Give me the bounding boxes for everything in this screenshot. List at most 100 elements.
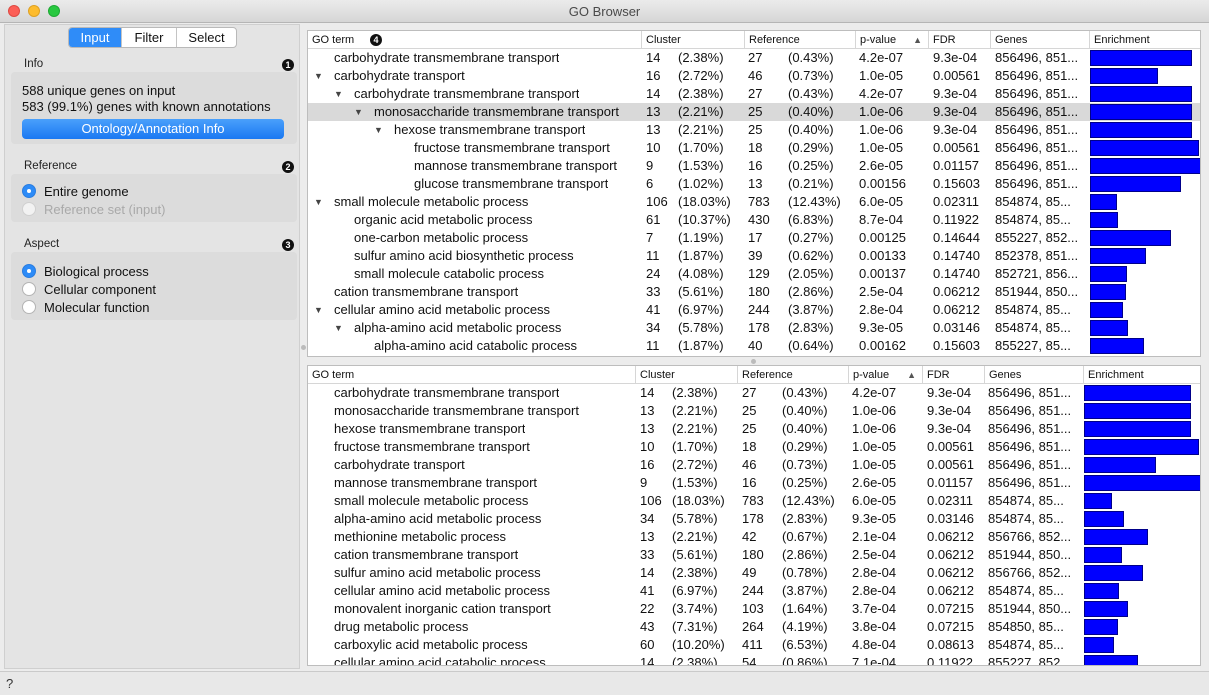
expand-toggle-icon[interactable]: ▼ [334, 85, 343, 103]
expand-toggle-icon[interactable]: ▼ [374, 121, 383, 139]
tree-row[interactable]: ▼ monosaccharide transmembrane transport 1… [308, 103, 1200, 121]
tree-row[interactable]: small molecule catabolic process 24 (4.08%… [308, 265, 1200, 283]
table-row[interactable]: small molecule metabolic process 106 (18.0… [308, 492, 1200, 510]
tree-row[interactable]: ▼ cellular amino acid metabolic process 41… [308, 301, 1200, 319]
tree-row[interactable]: carbohydrate transmembrane transport 14 (2… [308, 49, 1200, 67]
reference-percent: (0.40%) [788, 104, 834, 119]
tree-row[interactable]: ▼ carbohydrate transport 16 (2.72%) 46 (0.73%… [308, 67, 1200, 85]
tab-filter[interactable]: Filter [121, 28, 176, 47]
header-go-term[interactable]: GO term [308, 366, 635, 384]
reference-percent: (0.73%) [782, 457, 828, 472]
header-genes[interactable]: Genes [990, 31, 1089, 49]
enrichment-bar [1090, 320, 1128, 336]
panel-splitter-handle[interactable] [301, 345, 306, 350]
header-cluster[interactable]: Cluster [635, 366, 737, 384]
cluster-count: 41 [640, 583, 655, 598]
cluster-count: 41 [646, 302, 661, 317]
expand-toggle-icon[interactable]: ▼ [314, 67, 323, 85]
tree-row[interactable]: ▼ hexose transmembrane transport 13 (2.21%)… [308, 121, 1200, 139]
tree-row[interactable]: mannose transmembrane transport 9 (1.53%) 1… [308, 157, 1200, 175]
table-row[interactable]: drug metabolic process 43 (7.31%) 264 (4.19%… [308, 618, 1200, 636]
tab-input[interactable]: Input [69, 28, 121, 47]
go-term-cell: sulfur amino acid biosynthetic process [354, 248, 574, 263]
radio-entire-genome[interactable]: Entire genome [22, 182, 129, 200]
cluster-percent: (2.38%) [672, 565, 718, 580]
table-row[interactable]: carboxylic acid metabolic process 60 (10.2… [308, 636, 1200, 654]
maximize-window-button[interactable] [48, 5, 60, 17]
radio-selected-icon[interactable] [22, 264, 36, 278]
genes-cell: 856496, 851... [988, 403, 1072, 418]
expand-toggle-icon[interactable]: ▼ [334, 319, 343, 337]
help-icon[interactable]: ? [6, 676, 13, 691]
header-p-value[interactable]: p-value ▲ [848, 366, 922, 384]
go-term-cell: small molecule catabolic process [354, 266, 545, 281]
table-row[interactable]: monovalent inorganic cation transport 22 (… [308, 600, 1200, 618]
tree-row[interactable]: glucose transmembrane transport 6 (1.02%) 1… [308, 175, 1200, 193]
table-splitter-handle[interactable] [751, 359, 756, 364]
tree-row[interactable]: sulfur amino acid biosynthetic process 11… [308, 247, 1200, 265]
enrichment-bar [1090, 176, 1181, 192]
table-row[interactable]: fructose transmembrane transport 10 (1.70%… [308, 438, 1200, 456]
reference-percent: (12.43%) [782, 493, 835, 508]
tab-select[interactable]: Select [176, 28, 236, 47]
header-fdr[interactable]: FDR [928, 31, 990, 49]
table-row[interactable]: alpha-amino acid metabolic process 34 (5.7… [308, 510, 1200, 528]
tree-row[interactable]: one-carbon metabolic process 7 (1.19%) 17 (0… [308, 229, 1200, 247]
radio-molecular-function[interactable]: Molecular function [22, 298, 150, 316]
expand-toggle-icon[interactable]: ▼ [314, 193, 323, 211]
tree-row[interactable]: ▼ alpha-amino acid metabolic process 34 (5.… [308, 319, 1200, 337]
header-genes[interactable]: Genes [984, 366, 1083, 384]
header-label: p-value [860, 34, 897, 46]
table-row[interactable]: methionine metabolic process 13 (2.21%) 42 (… [308, 528, 1200, 546]
header-cluster[interactable]: Cluster [641, 31, 744, 49]
table-row[interactable]: cation transmembrane transport 33 (5.61%) 1… [308, 546, 1200, 564]
radio-disabled-icon[interactable] [22, 202, 36, 216]
expand-toggle-icon[interactable]: ▼ [314, 301, 323, 319]
header-reference[interactable]: Reference [737, 366, 848, 384]
header-p-value[interactable]: p-value ▲ [855, 31, 928, 49]
go-term-cell: carbohydrate transmembrane transport [354, 86, 580, 101]
enrichment-bar [1084, 403, 1191, 419]
header-reference[interactable]: Reference [744, 31, 855, 49]
radio-unselected-icon[interactable] [22, 300, 36, 314]
fdr-cell: 0.06212 [933, 284, 980, 299]
radio-label: Entire genome [44, 183, 129, 199]
table-row[interactable]: cellular amino acid catabolic process 14 (… [308, 654, 1200, 665]
table-row[interactable]: hexose transmembrane transport 13 (2.21%) 2… [308, 420, 1200, 438]
p-value-cell: 4.2e-07 [859, 50, 904, 65]
ontology-annotation-info-button[interactable]: Ontology/Annotation Info [22, 119, 284, 139]
tree-row[interactable]: ▼ carbohydrate transmembrane transport 14 (… [308, 85, 1200, 103]
radio-selected-icon[interactable] [22, 184, 36, 198]
tree-row[interactable]: organic acid metabolic process 61 (10.37%)… [308, 211, 1200, 229]
radio-unselected-icon[interactable] [22, 282, 36, 296]
table-row[interactable]: carbohydrate transport 16 (2.72%) 46 (0.73%)… [308, 456, 1200, 474]
expand-toggle-icon[interactable]: ▼ [354, 103, 363, 121]
radio-cellular-component[interactable]: Cellular component [22, 280, 156, 298]
p-value-cell: 1.0e-05 [859, 68, 904, 83]
cluster-count: 33 [640, 547, 655, 562]
tree-row[interactable]: fructose transmembrane transport 10 (1.70%… [308, 139, 1200, 157]
table-row[interactable]: sulfur amino acid metabolic process 14 (2.… [308, 564, 1200, 582]
table-row[interactable]: mannose transmembrane transport 9 (1.53%) 1… [308, 474, 1200, 492]
cluster-percent: (1.19%) [678, 230, 724, 245]
reference-percent: (0.27%) [788, 230, 834, 245]
table-row[interactable]: monosaccharide transmembrane transport 13… [308, 402, 1200, 420]
enrichment-bar [1084, 475, 1200, 491]
radio-biological-process[interactable]: Biological process [22, 262, 149, 280]
table-row[interactable]: cellular amino acid metabolic process 41 (… [308, 582, 1200, 600]
header-go-term[interactable]: GO term 4 [308, 31, 641, 49]
tree-row[interactable]: cation transmembrane transport 33 (5.61%) 1… [308, 283, 1200, 301]
header-enrichment[interactable]: Enrichment [1089, 31, 1200, 49]
table-row[interactable]: carbohydrate transmembrane transport 14 (2… [308, 384, 1200, 402]
tree-row[interactable]: alpha-amino acid catabolic process 11 (1.8… [308, 337, 1200, 355]
reference-count: 180 [742, 547, 764, 562]
close-window-button[interactable] [8, 5, 20, 17]
minimize-window-button[interactable] [28, 5, 40, 17]
tree-row[interactable]: ▼ small molecule metabolic process 106 (18.… [308, 193, 1200, 211]
cluster-percent: (2.38%) [672, 385, 718, 400]
header-enrichment[interactable]: Enrichment [1083, 366, 1200, 384]
header-fdr[interactable]: FDR [922, 366, 984, 384]
radio-reference-set[interactable]: Reference set (input) [22, 200, 165, 218]
p-value-cell: 2.6e-05 [852, 475, 897, 490]
go-term-cell: hexose transmembrane transport [334, 421, 526, 436]
